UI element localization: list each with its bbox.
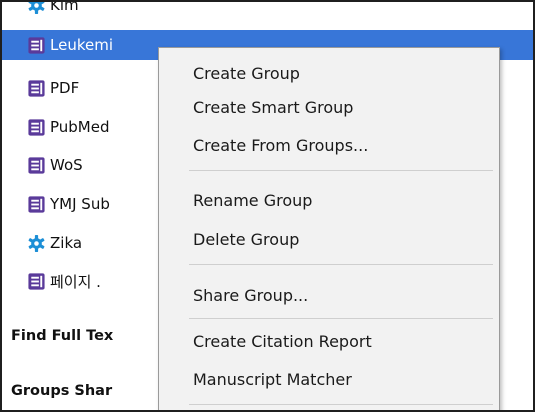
group-context-menu: Create Group Create Smart Group Create F… — [158, 47, 500, 410]
group-library-icon — [28, 156, 45, 174]
group-library-icon — [28, 118, 45, 136]
sidebar-group-label: PubMed — [50, 118, 110, 136]
menu-separator — [189, 264, 493, 265]
sidebar-group-label: Zika — [50, 234, 83, 252]
menu-item-delete-group[interactable]: Delete Group — [193, 230, 299, 250]
smart-group-gear-icon — [28, 2, 45, 14]
group-library-icon — [28, 195, 45, 213]
sidebar-group-label: Kim — [50, 0, 79, 14]
section-header-find-full-text[interactable]: Find Full Tex — [11, 328, 113, 344]
menu-separator — [189, 170, 493, 171]
group-library-icon — [28, 272, 45, 290]
menu-item-create-from-groups[interactable]: Create From Groups... — [193, 136, 368, 156]
menu-item-share-group[interactable]: Share Group... — [193, 286, 308, 306]
sidebar-group-label: 페이지 . — [50, 272, 101, 291]
menu-item-create-smart-group[interactable]: Create Smart Group — [193, 98, 353, 118]
group-library-icon — [28, 36, 45, 54]
section-header-groups-shared[interactable]: Groups Shar — [11, 383, 112, 399]
sidebar-group-label: WoS — [50, 156, 83, 174]
screenshot-frame: Kim Leukemi PDF PubMed WoS YMJ Sub Zika … — [0, 0, 535, 412]
menu-item-create-citation-report[interactable]: Create Citation Report — [193, 332, 372, 352]
sidebar-group-label: YMJ Sub — [50, 195, 110, 213]
smart-group-gear-icon — [28, 234, 45, 252]
menu-separator — [189, 318, 493, 319]
menu-item-manuscript-matcher[interactable]: Manuscript Matcher — [193, 370, 352, 390]
group-library-icon — [28, 79, 45, 97]
sidebar-group-kim[interactable]: Kim — [2, 0, 533, 20]
menu-item-create-group[interactable]: Create Group — [193, 64, 300, 84]
sidebar-group-label: PDF — [50, 79, 80, 97]
menu-item-rename-group[interactable]: Rename Group — [193, 191, 312, 211]
sidebar-group-label: Leukemi — [50, 36, 113, 54]
menu-separator — [189, 404, 493, 405]
